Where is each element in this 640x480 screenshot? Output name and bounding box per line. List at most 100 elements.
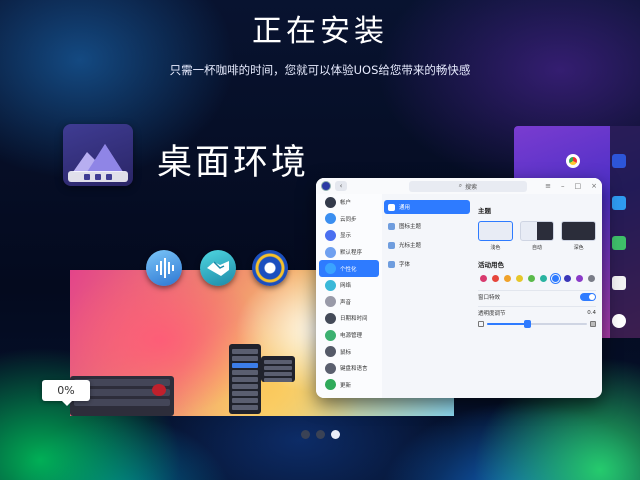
sidebar-item-label: 个性化 [340, 266, 357, 273]
sidebar-item-cloud[interactable]: 云同步 [319, 211, 379, 228]
transparency-row: 透明度调节 0.4 [478, 306, 596, 318]
theme-option-dark[interactable]: 深色 [561, 221, 597, 251]
high-transparency-icon [590, 321, 596, 327]
transparency-label: 透明度调节 [478, 310, 506, 317]
sidebar-item-power[interactable]: 电源管理 [319, 327, 379, 344]
apps-icon [325, 246, 336, 258]
feature-title: 桌面环境 [157, 143, 310, 183]
sidebar-item-network[interactable]: 网络 [319, 277, 379, 294]
music-icon [612, 236, 626, 250]
accent-color-swatch[interactable] [528, 275, 535, 282]
update-icon [325, 379, 336, 391]
theme-option-auto[interactable]: 自动 [519, 221, 555, 251]
sidebar-item-update[interactable]: 更新 [319, 377, 379, 394]
maximize-icon[interactable]: □ [575, 182, 582, 190]
slider-handle[interactable] [524, 320, 531, 328]
voice-assistant-icon [146, 250, 182, 286]
keyboard-icon [325, 362, 336, 374]
context-submenu [261, 356, 295, 382]
accent-color-swatch[interactable] [540, 275, 547, 282]
theme-preview [561, 221, 597, 241]
app-logo-icon [321, 181, 331, 191]
device-manager-icon [252, 250, 288, 286]
settings-icon [612, 314, 626, 328]
carousel-dot[interactable] [301, 430, 310, 439]
minimize-icon[interactable]: – [561, 182, 565, 190]
slider-track[interactable] [487, 320, 587, 328]
control-center-window: ‹ ⌕ 搜索 ≡ – □ × 帐户云同步显示默认程序个性化网络声音日期和时间电源… [316, 178, 602, 398]
mountain-icon [73, 144, 123, 172]
sidebar-item-label: 云同步 [340, 216, 357, 223]
sidebar-item-label: 日期和时间 [340, 316, 368, 323]
sidebar-item-sound[interactable]: 声音 [319, 294, 379, 311]
display-icon [325, 229, 336, 241]
subnav-label: 字体 [399, 262, 411, 268]
sidebar-item-mouse[interactable]: 鼠标 [319, 343, 379, 360]
accent-heading: 活动用色 [478, 261, 504, 269]
theme-label: 浅色 [490, 245, 501, 251]
transparency-slider[interactable] [478, 320, 596, 328]
subnav-item[interactable]: 字体 [384, 257, 470, 271]
window-effect-label: 窗口特效 [478, 294, 501, 301]
palette-icon [325, 263, 336, 275]
sidebar-item-apps[interactable]: 默认程序 [319, 244, 379, 261]
window-effect-toggle[interactable] [580, 292, 596, 301]
window-effect-row: 窗口特效 [478, 290, 596, 302]
theme-heading: 主题 [478, 207, 491, 215]
context-menu [229, 344, 261, 414]
sidebar-item-label: 电源管理 [340, 333, 363, 340]
personalization-panel: 主题 浅色 自动 深色 活动用色 窗口特效 透明度调节 0.4 [478, 200, 597, 328]
subnav-icon [388, 241, 395, 249]
back-button[interactable]: ‹ [335, 181, 347, 191]
subnav-item[interactable]: 光标主题 [384, 238, 470, 252]
settings-sidebar: 帐户云同步显示默认程序个性化网络声音日期和时间电源管理鼠标键盘和语言更新 [316, 194, 382, 398]
dock-bar [68, 171, 128, 182]
handshake-icon [200, 250, 236, 286]
accent-color-swatch[interactable] [480, 275, 487, 282]
theme-label: 自动 [532, 245, 543, 251]
page-subtitle: 只需一杯咖啡的时间，您就可以体验UOS给您带来的畅快感 [169, 63, 471, 77]
search-icon: ⌕ [458, 182, 463, 189]
sidebar-item-keyboard[interactable]: 键盘和语言 [319, 360, 379, 377]
sidebar-item-label: 显示 [340, 233, 352, 240]
close-icon[interactable]: × [591, 182, 597, 190]
menu-icon[interactable]: ≡ [545, 182, 551, 190]
app-icon [612, 196, 626, 210]
user-icon [325, 196, 336, 208]
theme-label: 深色 [573, 245, 584, 251]
accent-color-swatch[interactable] [576, 275, 583, 282]
sidebar-item-palette[interactable]: 个性化 [319, 260, 379, 277]
accent-color-picker [478, 273, 596, 284]
sidebar-item-clock[interactable]: 日期和时间 [319, 310, 379, 327]
sidebar-item-label: 鼠标 [340, 349, 352, 356]
theme-option-light[interactable]: 浅色 [478, 221, 513, 251]
sidebar-item-display[interactable]: 显示 [319, 227, 379, 244]
subnav-label: 光标主题 [399, 243, 422, 249]
search-input[interactable]: ⌕ 搜索 [409, 180, 527, 192]
subnav-icon [388, 203, 395, 211]
subnav-item[interactable]: 通用 [384, 200, 470, 214]
accent-color-swatch[interactable] [588, 275, 595, 282]
subnav-label: 通用 [399, 205, 411, 211]
desktop-mountain-icon [63, 124, 133, 186]
theme-preview [519, 221, 555, 241]
sidebar-item-label: 声音 [340, 299, 352, 306]
carousel-dot[interactable] [316, 430, 325, 439]
subnav-item[interactable]: 图标主题 [384, 219, 470, 233]
clock-icon [325, 312, 336, 324]
accent-color-swatch[interactable] [516, 275, 523, 282]
accent-color-swatch[interactable] [550, 273, 561, 284]
subnav-icon [388, 222, 395, 230]
accent-color-swatch[interactable] [492, 275, 499, 282]
sidebar-item-user[interactable]: 帐户 [319, 194, 379, 211]
theme-preview [478, 221, 513, 241]
carousel-dots [301, 430, 340, 439]
carousel-dot[interactable] [331, 430, 340, 439]
sidebar-item-label: 更新 [340, 382, 352, 389]
theme-options: 浅色 自动 深色 [478, 221, 597, 251]
accent-color-swatch[interactable] [504, 275, 511, 282]
manual-icon [612, 276, 626, 290]
titlebar: ‹ ⌕ 搜索 ≡ – □ × [316, 178, 602, 194]
accent-color-swatch[interactable] [564, 275, 571, 282]
page-title: 正在安装 [252, 14, 388, 49]
